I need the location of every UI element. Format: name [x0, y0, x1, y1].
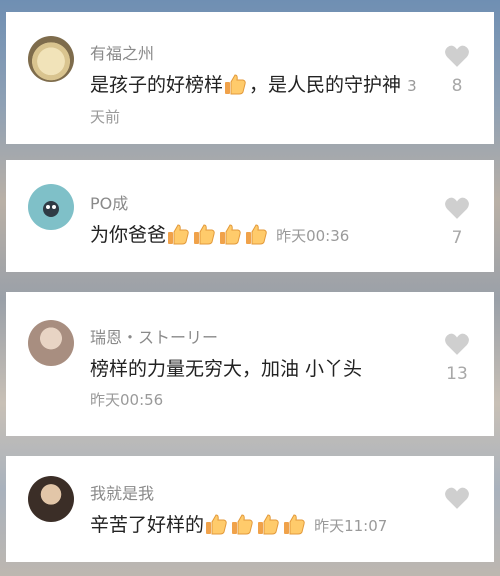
avatar[interactable] — [28, 320, 74, 366]
heart-icon — [445, 487, 469, 509]
thumbs-up-icon — [192, 222, 216, 246]
comment-text: 辛苦了好样的 昨天11:07 — [90, 512, 388, 536]
comment-text: 为你爸爸 昨天00:36 — [90, 222, 350, 246]
thumbs-up-icon — [282, 512, 306, 536]
timestamp: 昨天00:36 — [276, 227, 350, 245]
like-button[interactable]: 13 — [442, 332, 472, 384]
thumbs-up-icon — [204, 512, 228, 536]
username[interactable]: 瑞恩・ストーリー — [90, 324, 218, 348]
thumbs-up-icon — [244, 222, 268, 246]
username[interactable]: PO成 — [90, 190, 128, 214]
avatar[interactable] — [28, 36, 74, 82]
heart-icon — [445, 45, 469, 67]
username[interactable]: 我就是我 — [90, 480, 154, 504]
avatar[interactable] — [28, 476, 74, 522]
thumbs-up-icon — [230, 512, 254, 536]
username[interactable]: 有福之州 — [90, 40, 154, 64]
thumbs-up-icon — [218, 222, 242, 246]
like-count: 7 — [451, 228, 463, 248]
avatar-icon — [43, 201, 59, 217]
like-count: 13 — [446, 364, 468, 384]
like-button[interactable]: 7 — [442, 196, 472, 248]
heart-icon — [445, 197, 469, 219]
comment-card: 有福之州 是孩子的好榜样 ，是人民的守护神 3天前 8 — [6, 12, 494, 144]
like-button[interactable] — [442, 486, 472, 514]
timestamp: 昨天00:56 — [90, 391, 164, 409]
timestamp: 昨天11:07 — [314, 517, 388, 535]
comment-text: 榜样的力量无穷大，加油 小丫头 昨天00:56 — [90, 358, 363, 409]
comment-text: 是孩子的好榜样 ，是人民的守护神 3天前 — [90, 72, 417, 126]
thumbs-up-icon — [223, 72, 247, 96]
like-button[interactable]: 8 — [442, 44, 472, 96]
thumbs-up-icon — [256, 512, 280, 536]
like-count: 8 — [451, 76, 463, 96]
comment-card: PO成 为你爸爸 昨天00:36 7 — [6, 160, 494, 272]
heart-icon — [445, 333, 469, 355]
thumbs-up-icon — [166, 222, 190, 246]
comment-card: 我就是我 辛苦了好样的 昨天11:07 — [6, 456, 494, 562]
avatar[interactable] — [28, 184, 74, 230]
comment-card: 瑞恩・ストーリー 榜样的力量无穷大，加油 小丫头 昨天00:56 13 — [6, 292, 494, 436]
